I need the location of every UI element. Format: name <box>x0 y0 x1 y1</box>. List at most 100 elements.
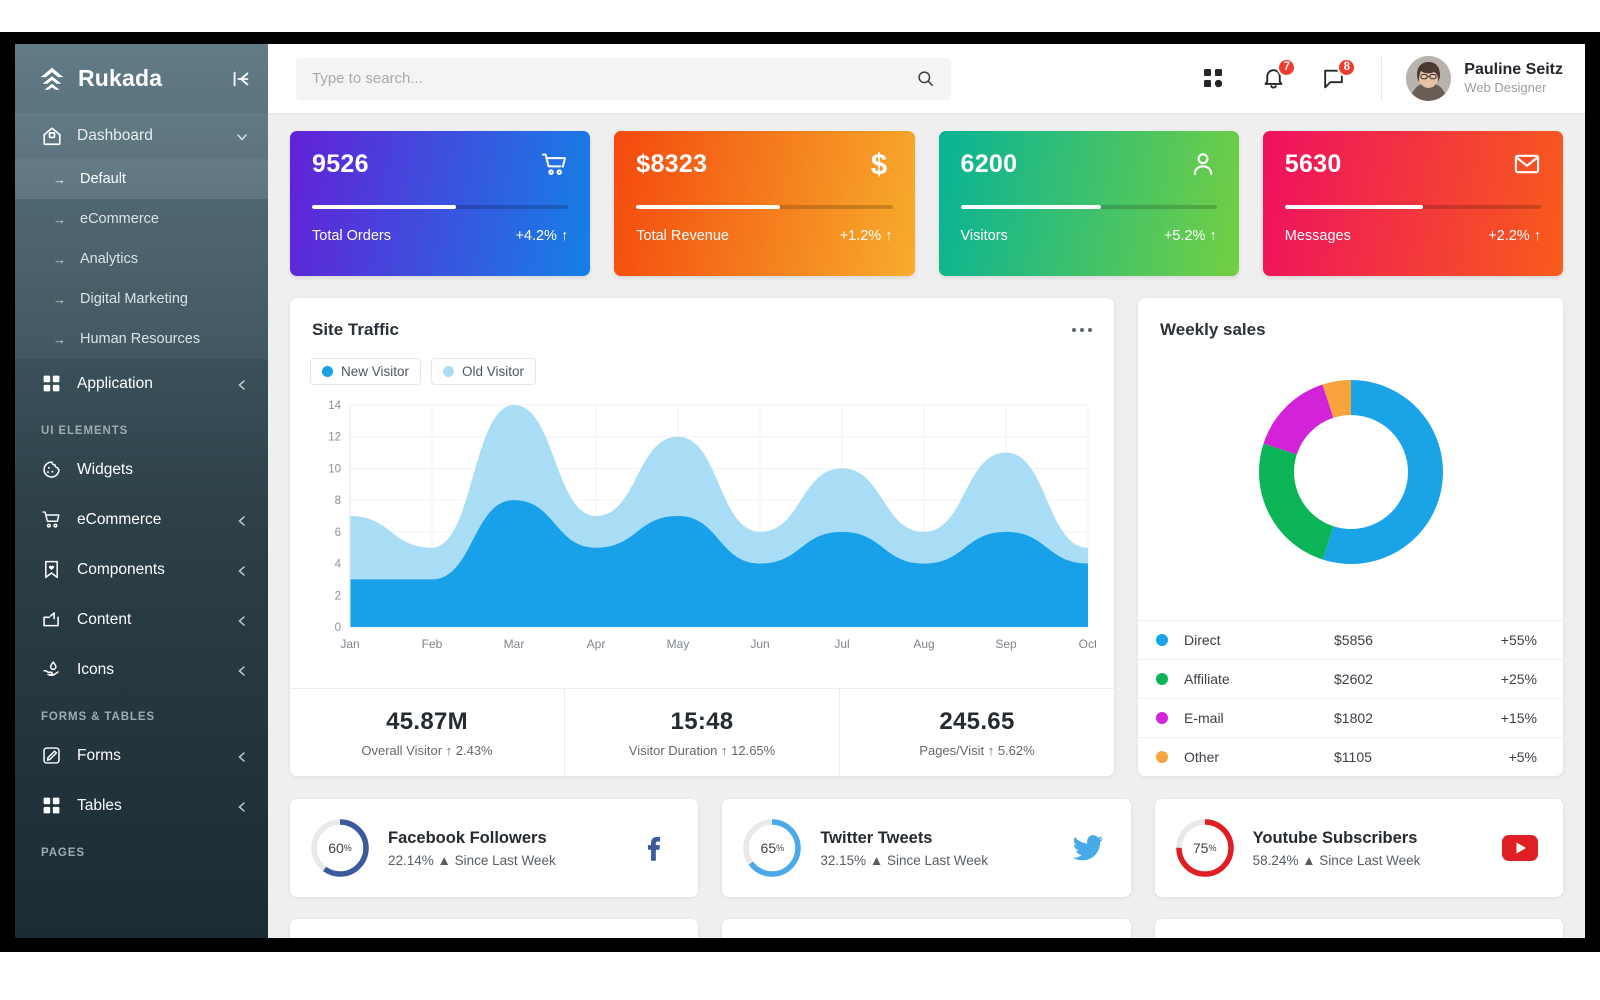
sales-amount: $5856 <box>1334 632 1373 648</box>
sidebar-item-human-resources[interactable]: → Human Resources <box>15 319 268 359</box>
peek-card[interactable] <box>722 919 1131 938</box>
sidebar-item-forms[interactable]: Forms <box>15 731 268 781</box>
search-input[interactable] <box>312 70 916 87</box>
arrow-right-icon: → <box>53 171 66 187</box>
arrow-right-icon: → <box>53 251 66 267</box>
site-traffic-chart: 0 2 4 6 8 10 12 14 Jan Feb Mar Apr May Jun Jul Aug Sep Oc… <box>290 385 1114 662</box>
topbar-divider <box>1381 56 1383 101</box>
search-icon[interactable] <box>916 69 935 88</box>
sales-source-name: Affiliate <box>1184 671 1230 687</box>
weekly-sales-card: Weekly sales Direct $5856 +55% Affiliate… <box>1138 298 1563 776</box>
bell-icon[interactable]: 7 <box>1261 57 1297 92</box>
collapse-sidebar-icon[interactable] <box>230 68 252 90</box>
legend-item-old-visitor[interactable]: Old Visitor <box>431 358 537 385</box>
page-title: Site Traffic <box>312 320 399 339</box>
brand-header: Rukada <box>15 44 268 113</box>
stat-card-messages[interactable]: 5630 Messages +2.2% ↑ <box>1262 131 1563 276</box>
sidebar-item-application[interactable]: Application <box>15 359 268 409</box>
window-frame: Rukada Dashboard → Default → eCommerce →… <box>0 0 1600 1000</box>
chevron-left-icon <box>236 800 248 812</box>
chevron-left-icon <box>236 614 248 626</box>
traffic-stat-label: Pages/Visit ↑ 5.62% <box>919 742 1035 758</box>
frame-border-left <box>0 32 15 950</box>
chevron-left-icon <box>236 664 248 676</box>
sidebar: Rukada Dashboard → Default → eCommerce →… <box>15 44 268 938</box>
progress-ring: 75% <box>1174 817 1236 879</box>
stat-card-footer: Visitors +5.2% ↑ <box>961 228 1217 244</box>
table-row[interactable]: Direct $5856 +55% <box>1138 620 1563 659</box>
hand-drop-icon <box>41 659 63 681</box>
svg-text:2: 2 <box>335 590 341 602</box>
stat-card-footer: Total Orders +4.2% ↑ <box>312 228 568 244</box>
chevron-left-icon <box>236 564 248 576</box>
social-card-youtube[interactable]: 75% Youtube Subscribers 58.24% ▲ Since L… <box>1154 799 1563 897</box>
table-row[interactable]: E-mail $1802 +15% <box>1138 698 1563 737</box>
social-card-twitter[interactable]: 65% Twitter Tweets 32.15% ▲ Since Last W… <box>722 799 1131 897</box>
stat-card-total-revenue[interactable]: $8323 $ Total Revenue +1.2% ↑ <box>614 131 915 276</box>
sidebar-item-dashboard[interactable]: Dashboard <box>15 113 268 159</box>
traffic-stat-label: Visitor Duration ↑ 12.65% <box>628 742 776 758</box>
svg-text:Jul: Jul <box>834 637 849 651</box>
apps-grid-icon[interactable] <box>1201 66 1227 92</box>
stat-cards-row: 9526 Total Orders +4.2% ↑ $8323 $ Total … <box>290 131 1563 276</box>
chevron-left-icon <box>236 514 248 526</box>
stat-progress-bar <box>636 205 893 209</box>
user-role: Web Designer <box>1464 80 1547 96</box>
more-horizontal-icon[interactable] <box>1072 328 1092 332</box>
sidebar-item-widgets[interactable]: Widgets <box>15 445 268 495</box>
app-viewport: Rukada Dashboard → Default → eCommerce →… <box>15 44 1585 938</box>
sidebar-item-label: eCommerce <box>77 511 162 528</box>
sidebar-item-tables[interactable]: Tables <box>15 781 268 831</box>
peek-card[interactable] <box>1154 919 1563 938</box>
chevron-stack-logo-icon <box>37 64 67 94</box>
stat-card-top: 9526 <box>312 150 568 179</box>
svg-text:Mar: Mar <box>504 637 525 651</box>
search-box[interactable] <box>296 57 951 100</box>
envelope-icon <box>1513 150 1541 178</box>
chat-bubble-icon[interactable]: 8 <box>1321 57 1357 92</box>
svg-text:Feb: Feb <box>422 637 443 651</box>
social-subtitle: 22.14% ▲ Since Last Week <box>388 852 556 868</box>
traffic-stat-overall-visitor: 45.87M Overall Visitor ↑ 2.43% <box>290 689 565 776</box>
sidebar-item-components[interactable]: Components <box>15 545 268 595</box>
weekly-sales-legend-table: Direct $5856 +55% Affiliate $2602 +25% E… <box>1138 620 1563 776</box>
table-row[interactable]: Affiliate $2602 +25% <box>1138 659 1563 698</box>
svg-text:Jun: Jun <box>750 637 769 651</box>
svg-text:Apr: Apr <box>587 637 606 651</box>
dashboard-content: 9526 Total Orders +4.2% ↑ $8323 $ Total … <box>268 113 1585 938</box>
svg-text:May: May <box>667 637 690 651</box>
table-row[interactable]: Other $1105 +5% <box>1138 737 1563 776</box>
sidebar-subitem-label: Human Resources <box>80 331 201 347</box>
social-card-facebook[interactable]: 60% Facebook Followers 22.14% ▲ Since La… <box>290 799 699 897</box>
youtube-icon <box>1501 829 1539 867</box>
sidebar-item-label: Application <box>77 375 153 392</box>
stat-delta: +4.2% ↑ <box>515 228 569 244</box>
social-cards-row: 60% Facebook Followers 22.14% ▲ Since La… <box>290 799 1563 897</box>
arrow-right-icon: → <box>53 331 66 347</box>
sidebar-item-digital-marketing[interactable]: → Digital Marketing <box>15 279 268 319</box>
sidebar-item-analytics[interactable]: → Analytics <box>15 239 268 279</box>
sidebar-subitem-label: Digital Marketing <box>80 291 188 307</box>
sidebar-item-content[interactable]: Content <box>15 595 268 645</box>
stat-card-total-orders[interactable]: 9526 Total Orders +4.2% ↑ <box>290 131 591 276</box>
sidebar-item-ecommerce[interactable]: → eCommerce <box>15 199 268 239</box>
next-row-cards <box>290 919 1563 938</box>
user-profile[interactable]: Pauline Seitz Web Designer <box>1406 56 1563 101</box>
chat-badge: 8 <box>1337 57 1357 77</box>
stat-progress-bar <box>960 205 1217 209</box>
arrow-right-icon: → <box>53 211 66 227</box>
peek-card[interactable] <box>290 919 699 938</box>
middle-row: Site Traffic New Visitor Old Visitor 0 2… <box>290 298 1563 776</box>
sidebar-item-icons[interactable]: Icons <box>15 645 268 695</box>
sidebar-section-forms-tables: FORMS & TABLES <box>41 711 155 723</box>
legend-item-new-visitor[interactable]: New Visitor <box>310 358 422 385</box>
sidebar-item-ecommerce-ui[interactable]: eCommerce <box>15 495 268 545</box>
sidebar-subitem-label: Analytics <box>80 251 139 267</box>
stat-card-visitors[interactable]: 6200 Visitors +5.2% ↑ <box>938 131 1239 276</box>
svg-text:Aug: Aug <box>913 637 934 651</box>
svg-text:14: 14 <box>328 400 341 412</box>
svg-text:6: 6 <box>335 527 341 539</box>
brand-name: Rukada <box>78 65 163 91</box>
topbar-actions: 7 8 Pauline Seitz Web Designer <box>1167 44 1563 113</box>
sidebar-item-default[interactable]: → Default <box>15 159 268 199</box>
